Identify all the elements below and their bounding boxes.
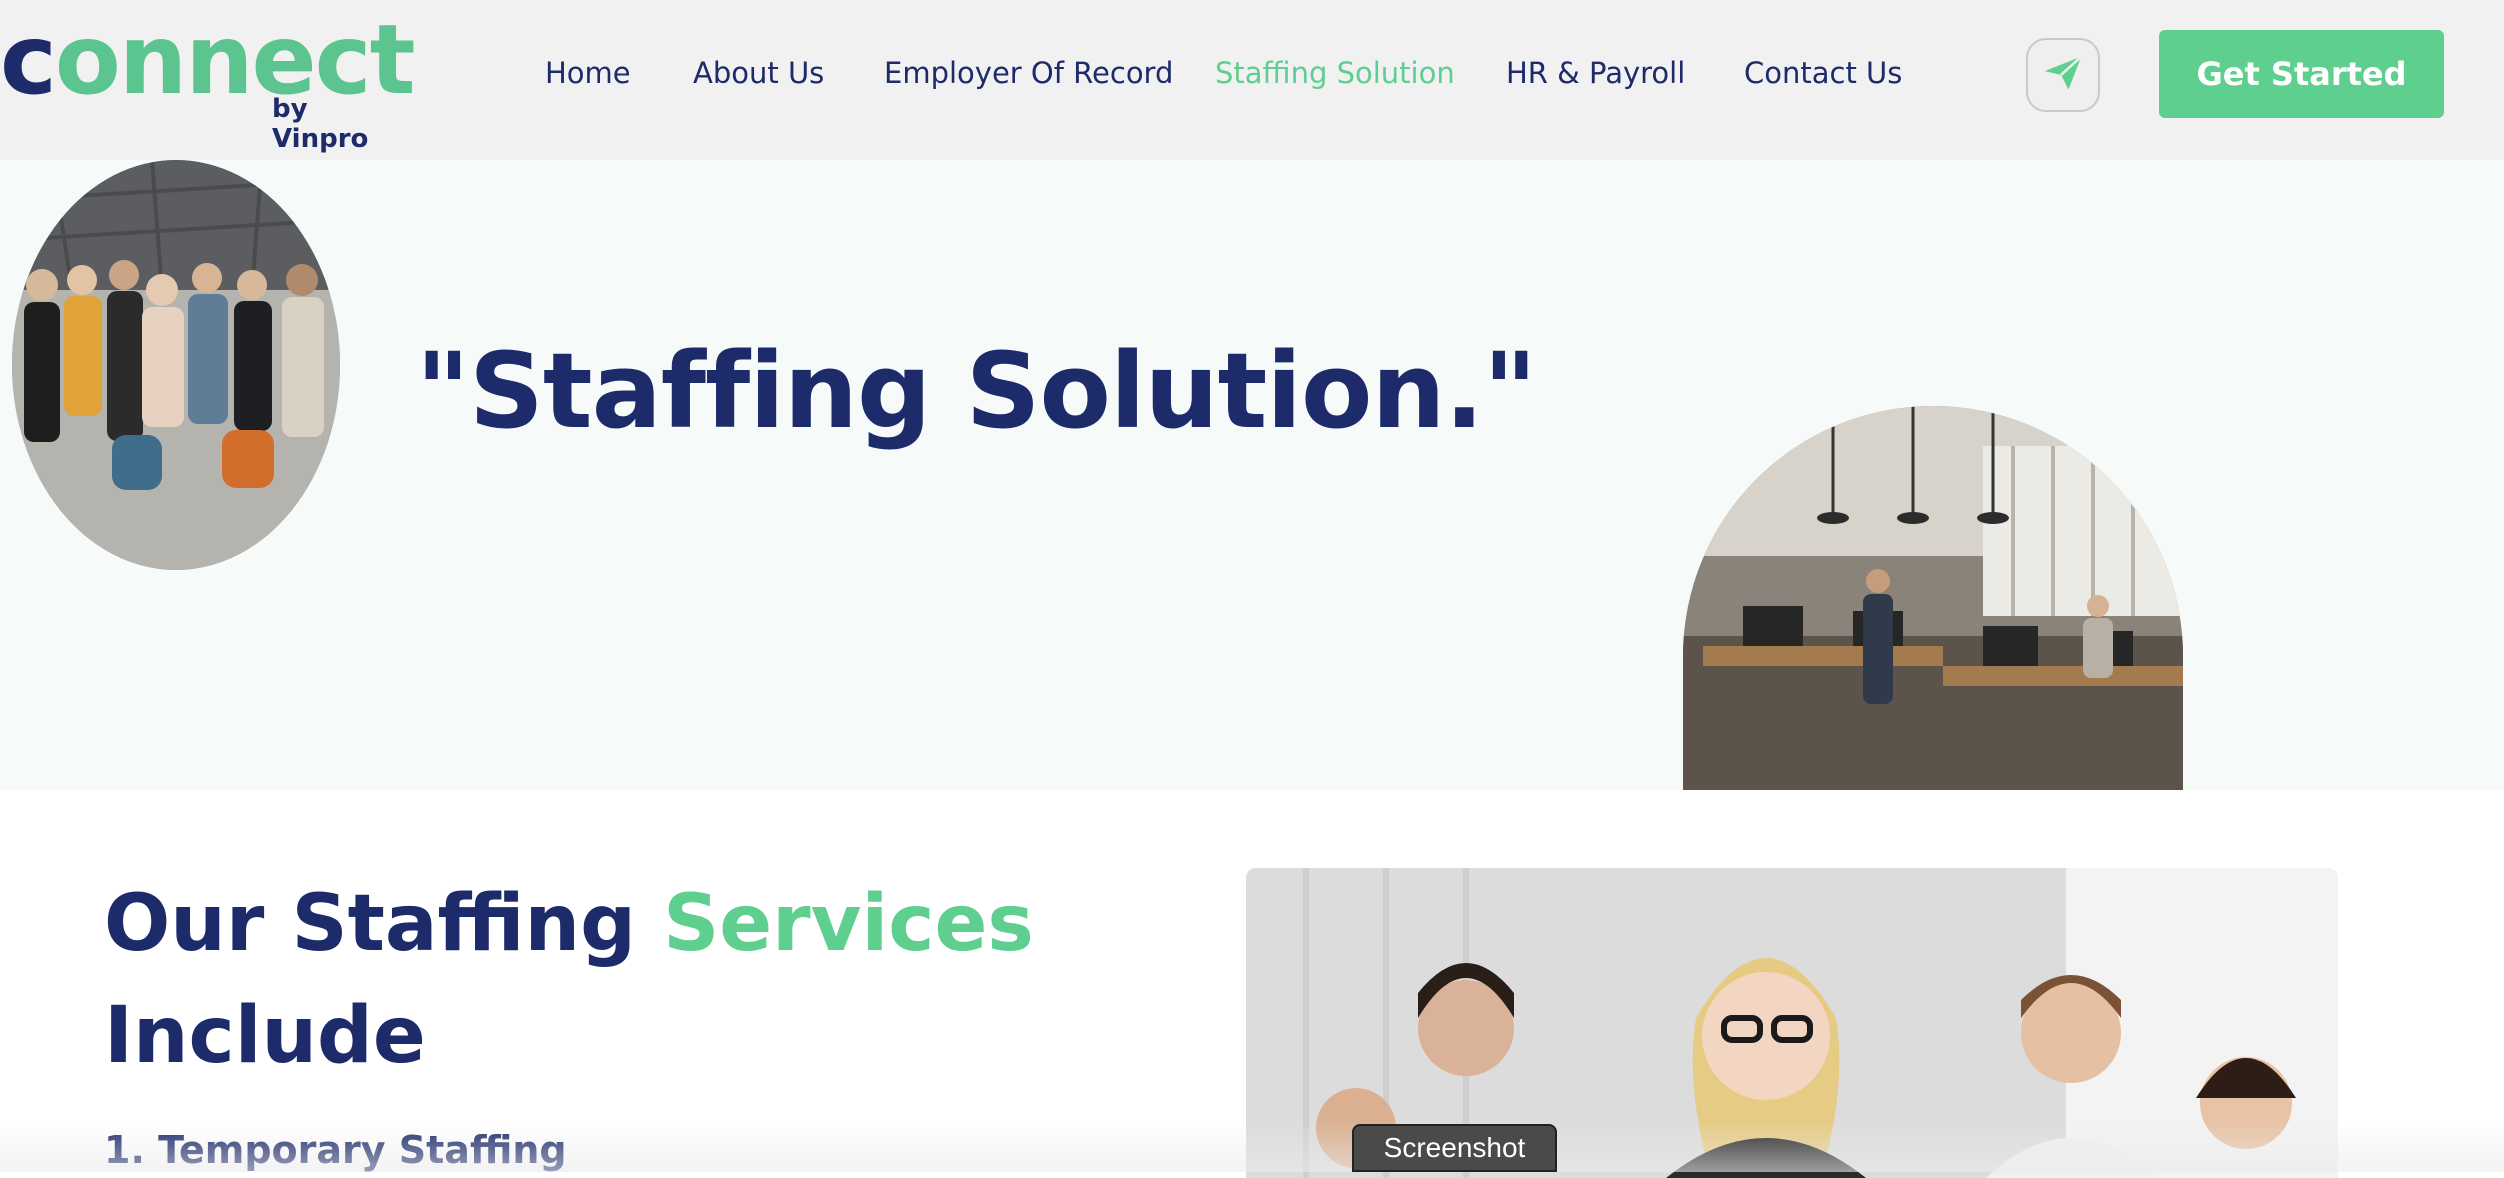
screenshot-tooltip: Screenshot: [1352, 1124, 1557, 1172]
services-heading-accent: Services: [663, 879, 1034, 969]
service-item-temporary-staffing: 1. Temporary Staffing: [104, 1128, 567, 1172]
hero-title: "Staffing Solution.": [0, 330, 2504, 452]
hero-section: "Staffing Solution.": [0, 160, 2504, 790]
services-heading-part1: Our Staffing: [104, 879, 664, 969]
logo-subtitle: by Vinpro: [272, 94, 369, 154]
site-header: connect by Vinpro Home About Us Employer…: [0, 0, 2504, 160]
nav-contact-us[interactable]: Contact Us: [1744, 56, 1902, 90]
nav-hr-payroll[interactable]: HR & Payroll: [1506, 56, 1685, 90]
connect-logo[interactable]: connect by Vinpro: [0, 10, 415, 154]
nav-staffing-solution[interactable]: Staffing Solution: [1215, 56, 1455, 90]
nav-home[interactable]: Home: [545, 56, 631, 90]
nav-about-us[interactable]: About Us: [693, 56, 824, 90]
logo-first-letter: c: [0, 4, 57, 116]
nav-employer-of-record[interactable]: Employer Of Record: [884, 56, 1173, 90]
hero-title-text: "Staffing Solution.": [415, 330, 1537, 452]
send-message-button[interactable]: [2026, 38, 2100, 112]
services-section: Our Staffing Services Include 1. Tempora…: [0, 790, 2504, 1178]
services-heading-part2: Include: [104, 991, 426, 1081]
open-office-photo: [1683, 406, 2183, 790]
get-started-button[interactable]: Get Started: [2159, 30, 2444, 118]
services-heading: Our Staffing Services Include: [104, 868, 1204, 1092]
paper-plane-icon: [2041, 51, 2085, 100]
